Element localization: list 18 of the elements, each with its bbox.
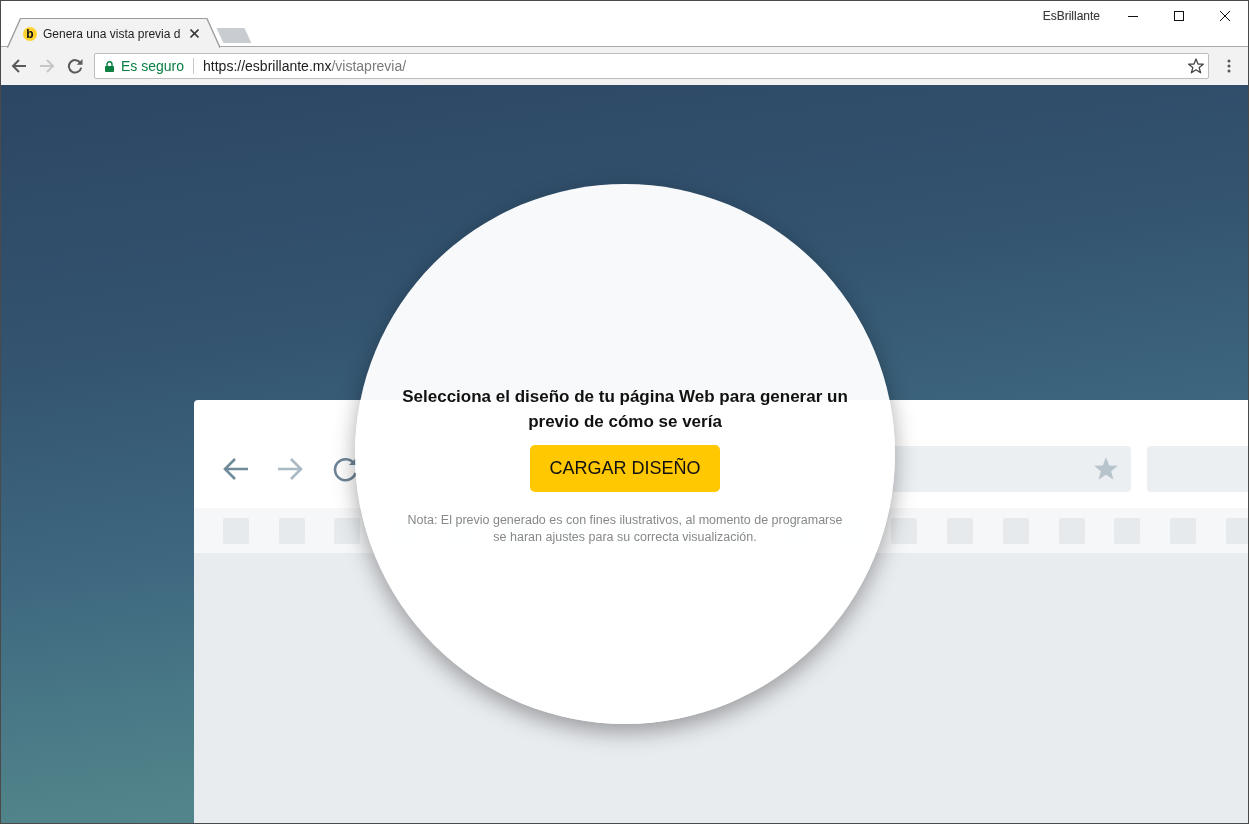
maximize-icon[interactable] <box>1174 11 1184 21</box>
site-logo: b <box>23 26 37 41</box>
address-bar[interactable]: Es seguro https://esbrillante.mx/vistaprevia/ <box>94 53 1209 79</box>
lock-icon <box>105 60 114 72</box>
close-icon[interactable] <box>1220 11 1230 21</box>
upload-design-button[interactable]: CARGAR DISEÑO <box>530 445 720 492</box>
browser-tab[interactable]: b Genera una vista previa d <box>8 19 220 48</box>
back-icon[interactable] <box>11 58 27 74</box>
note-text: Nota: El previo generado es con fines ilustrativos, al momento de programarse se haran ajustes para su correcta visualización. <box>406 512 844 546</box>
url-text[interactable]: https://esbrillante.mx/vistaprevia/ <box>203 58 407 74</box>
close-icon[interactable] <box>190 29 200 38</box>
security-label: Es seguro <box>121 58 185 74</box>
profile-button[interactable]: EsBrillante <box>1042 9 1100 23</box>
bookmark-star-icon[interactable] <box>1188 58 1204 74</box>
dialog-title: Selecciona el diseño de tu página Web para generar un previo de cómo se vería <box>401 386 849 433</box>
menu-icon[interactable] <box>1227 59 1231 73</box>
minimize-icon[interactable] <box>1128 15 1138 17</box>
reload-icon[interactable] <box>67 58 83 74</box>
